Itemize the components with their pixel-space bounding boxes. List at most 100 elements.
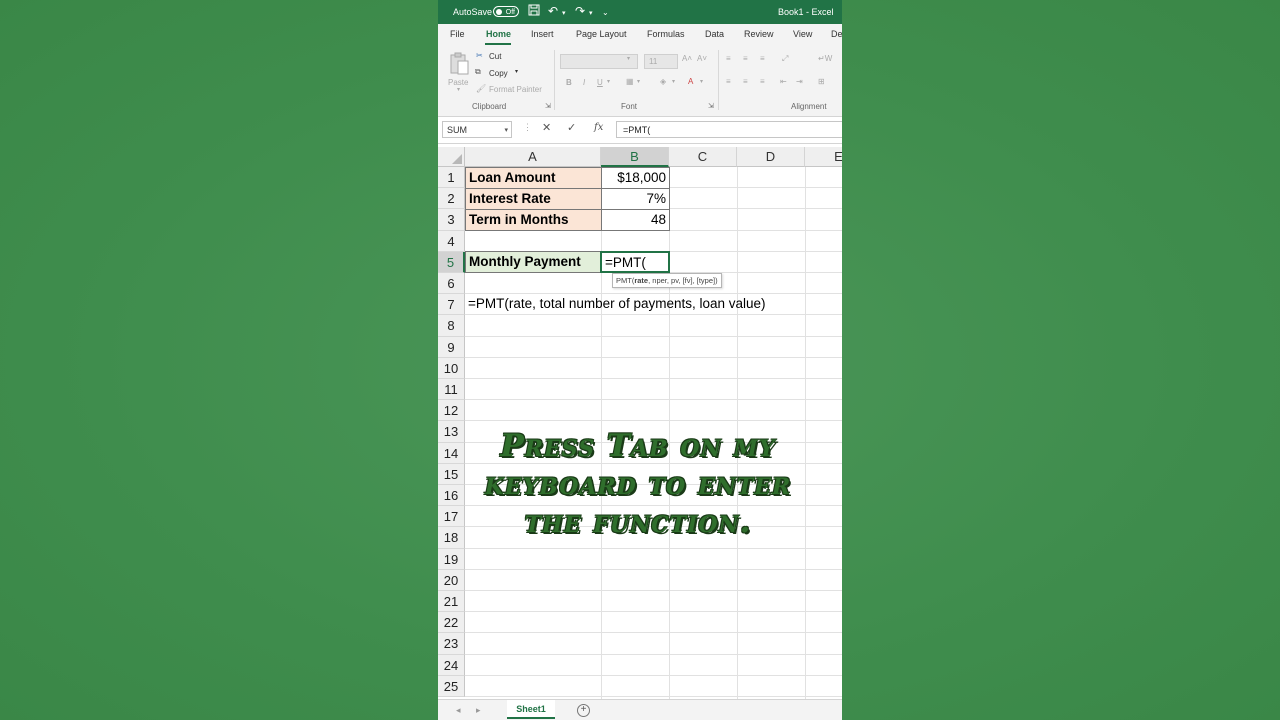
- bold-button[interactable]: B: [566, 78, 572, 87]
- copy-icon[interactable]: ⧉: [475, 67, 481, 77]
- row-header[interactable]: 5: [438, 251, 465, 273]
- row-header[interactable]: 12: [438, 400, 465, 422]
- tab-view[interactable]: View: [793, 29, 812, 39]
- paste-dropdown-icon[interactable]: ▾: [457, 86, 460, 93]
- clipboard-launcher-icon[interactable]: ⇲: [545, 102, 551, 110]
- row-header[interactable]: 3: [438, 209, 465, 231]
- align-middle-icon[interactable]: ≡: [743, 54, 748, 63]
- select-all-button[interactable]: [438, 147, 465, 167]
- underline-dropdown-icon[interactable]: ▾: [607, 78, 610, 85]
- cell-b2[interactable]: 7%: [601, 188, 670, 210]
- enter-icon[interactable]: ✓: [567, 121, 576, 134]
- borders-icon[interactable]: ▦: [626, 77, 634, 86]
- merge-center-icon[interactable]: ⊞: [818, 77, 825, 86]
- column-header-e[interactable]: E: [805, 147, 842, 167]
- cell-a5[interactable]: Monthly Payment: [465, 251, 602, 273]
- format-painter-icon[interactable]: 🖌: [476, 84, 486, 93]
- font-launcher-icon[interactable]: ⇲: [708, 102, 714, 110]
- row-header[interactable]: 4: [438, 230, 465, 252]
- font-name-dropdown-icon[interactable]: ▾: [627, 55, 630, 62]
- align-left-icon[interactable]: ≡: [726, 77, 731, 86]
- autosave-toggle[interactable]: Off: [493, 6, 519, 17]
- redo-icon[interactable]: ↷: [575, 4, 585, 18]
- align-bottom-icon[interactable]: ≡: [760, 54, 765, 63]
- row-header[interactable]: 22: [438, 612, 465, 634]
- row-header[interactable]: 16: [438, 485, 465, 507]
- row-header[interactable]: 7: [438, 294, 465, 316]
- font-size-select[interactable]: 11: [644, 54, 678, 69]
- cell-b1[interactable]: $18,000: [601, 167, 670, 189]
- undo-icon[interactable]: ↶: [548, 4, 558, 18]
- tab-review[interactable]: Review: [744, 29, 774, 39]
- name-box[interactable]: SUM ▾: [442, 121, 512, 138]
- name-box-dropdown-icon[interactable]: ▾: [504, 122, 508, 139]
- cancel-icon[interactable]: ✕: [542, 121, 551, 134]
- tab-data[interactable]: Data: [705, 29, 724, 39]
- cell-b3[interactable]: 48: [601, 209, 670, 231]
- cell-b5-active[interactable]: =PMT(: [600, 251, 670, 273]
- redo-dropdown-icon[interactable]: ▾: [589, 7, 593, 21]
- row-header[interactable]: 14: [438, 442, 465, 464]
- column-header-c[interactable]: C: [669, 147, 737, 167]
- decrease-indent-icon[interactable]: ⇤: [780, 77, 787, 86]
- row-header[interactable]: 21: [438, 591, 465, 613]
- prev-sheet-icon[interactable]: ◂: [456, 705, 461, 716]
- row-header[interactable]: 24: [438, 654, 465, 676]
- increase-indent-icon[interactable]: ⇥: [796, 77, 803, 86]
- cell-a2[interactable]: Interest Rate: [465, 188, 602, 210]
- tab-file[interactable]: File: [450, 29, 465, 39]
- tooltip-bold-arg[interactable]: rate: [634, 276, 648, 285]
- row-header[interactable]: 23: [438, 633, 465, 655]
- format-painter-button[interactable]: Format Painter: [489, 85, 542, 94]
- column-header-b[interactable]: B: [601, 147, 669, 167]
- worksheet-grid[interactable]: A B C D E 1 2 3 4 5 6 7 8 9 10 11 12 13 14 15 16 17 18 19 2…: [438, 147, 842, 699]
- cut-button[interactable]: Cut: [489, 52, 501, 61]
- column-header-a[interactable]: A: [465, 147, 601, 167]
- cut-icon[interactable]: ✂: [476, 51, 483, 60]
- customize-icon[interactable]: ⌄: [602, 6, 609, 20]
- font-color-dropdown-icon[interactable]: ▾: [700, 78, 703, 85]
- row-header[interactable]: 10: [438, 357, 465, 379]
- row-header[interactable]: 17: [438, 506, 465, 528]
- tab-developer[interactable]: De: [831, 29, 842, 39]
- underline-button[interactable]: U: [597, 78, 603, 87]
- formula-input[interactable]: =PMT(: [616, 121, 842, 138]
- row-header[interactable]: 9: [438, 336, 465, 358]
- borders-dropdown-icon[interactable]: ▾: [637, 78, 640, 85]
- save-icon[interactable]: [528, 4, 540, 19]
- row-header[interactable]: 6: [438, 273, 465, 295]
- tab-insert[interactable]: Insert: [531, 29, 554, 39]
- copy-button[interactable]: Copy: [489, 69, 508, 78]
- decrease-font-icon[interactable]: A˅: [697, 54, 707, 63]
- increase-font-icon[interactable]: A˄: [682, 54, 692, 63]
- font-color-icon[interactable]: A: [688, 77, 693, 86]
- cell-a7[interactable]: =PMT(rate, total number of payments, loa…: [465, 294, 842, 315]
- column-header-d[interactable]: D: [737, 147, 805, 167]
- align-center-icon[interactable]: ≡: [743, 77, 748, 86]
- sheet-tab-sheet1[interactable]: Sheet1: [507, 700, 555, 719]
- wrap-text-icon[interactable]: ↵W: [818, 54, 832, 63]
- tab-formulas[interactable]: Formulas: [647, 29, 685, 39]
- tab-page-layout[interactable]: Page Layout: [576, 29, 627, 39]
- next-sheet-icon[interactable]: ▸: [476, 705, 481, 716]
- row-header[interactable]: 8: [438, 315, 465, 337]
- row-header[interactable]: 20: [438, 569, 465, 591]
- cell-a3[interactable]: Term in Months: [465, 209, 602, 231]
- align-top-icon[interactable]: ≡: [726, 54, 731, 63]
- tab-home[interactable]: Home: [486, 29, 511, 39]
- row-header[interactable]: 18: [438, 527, 465, 549]
- add-sheet-icon[interactable]: +: [577, 704, 590, 717]
- insert-function-icon[interactable]: fx: [594, 122, 603, 133]
- fill-color-icon[interactable]: ◈: [660, 77, 666, 86]
- orientation-icon[interactable]: ⤢: [782, 54, 788, 64]
- row-header[interactable]: 13: [438, 421, 465, 443]
- undo-dropdown-icon[interactable]: ▾: [562, 7, 566, 21]
- row-header[interactable]: 19: [438, 548, 465, 570]
- row-header[interactable]: 15: [438, 463, 465, 485]
- fill-color-dropdown-icon[interactable]: ▾: [672, 78, 675, 85]
- italic-button[interactable]: I: [583, 78, 585, 87]
- copy-dropdown-icon[interactable]: ▾: [515, 68, 518, 75]
- row-header[interactable]: 11: [438, 379, 465, 401]
- align-right-icon[interactable]: ≡: [760, 77, 765, 86]
- row-header[interactable]: 1: [438, 167, 465, 189]
